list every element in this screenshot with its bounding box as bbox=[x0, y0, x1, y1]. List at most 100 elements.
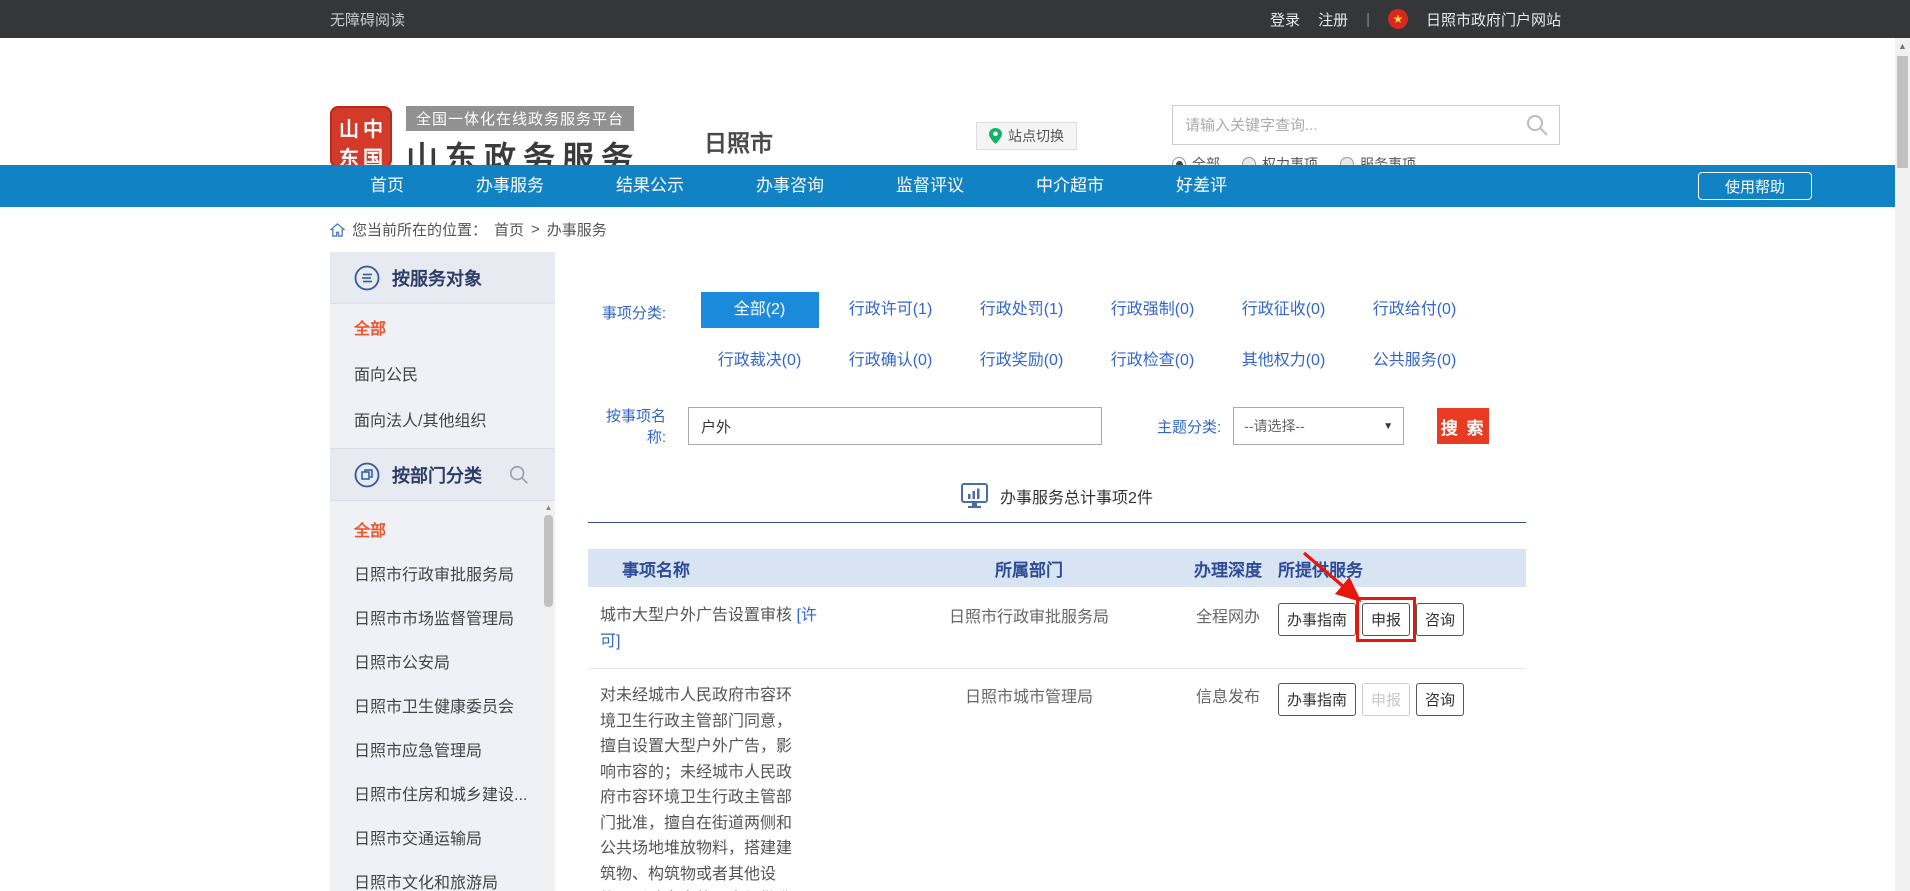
department-circle-icon bbox=[354, 462, 380, 488]
dept-item-all[interactable]: 全部 bbox=[330, 507, 555, 551]
keyword-search-input[interactable] bbox=[1173, 117, 1525, 134]
nav-item-rating[interactable]: 好差评 bbox=[1176, 165, 1227, 207]
scroll-up-icon[interactable]: ▲ bbox=[1895, 38, 1910, 51]
tab-administrative-ruling[interactable]: 行政裁决(0) bbox=[694, 343, 825, 379]
breadcrumb-home-link[interactable]: 首页 bbox=[494, 219, 524, 240]
nav-item-services[interactable]: 办事服务 bbox=[476, 165, 544, 207]
portal-link[interactable]: 日照市政府门户网站 bbox=[1426, 9, 1561, 30]
dept-item[interactable]: 日照市市场监督管理局 bbox=[330, 595, 555, 639]
guide-button[interactable]: 办事指南 bbox=[1278, 683, 1356, 716]
result-summary: 办事服务总计事项2件 bbox=[588, 483, 1526, 509]
tab-administrative-confirmation[interactable]: 行政确认(0) bbox=[825, 343, 956, 379]
breadcrumb-current-link[interactable]: 办事服务 bbox=[547, 219, 607, 240]
left-sidebar: 按服务对象 全部 面向公民 面向法人/其他组织 按部门分类 全部 日照市行 bbox=[330, 252, 555, 891]
accessibility-link[interactable]: 无障碍阅读 bbox=[330, 9, 405, 30]
department-search-icon[interactable] bbox=[508, 464, 530, 486]
item-name-link[interactable]: 城市大型户外广告设置审核 bbox=[600, 607, 792, 624]
nav-item-home[interactable]: 首页 bbox=[370, 165, 404, 207]
topic-select-value: --请选择-- bbox=[1244, 416, 1305, 436]
col-header-item-name: 事项名称 bbox=[588, 556, 880, 581]
tab-administrative-payment[interactable]: 行政给付(0) bbox=[1349, 292, 1480, 328]
breadcrumb-prefix: 您当前所在的位置： bbox=[352, 219, 487, 240]
category-tabs-row2: 行政裁决(0) 行政确认(0) 行政奖励(0) 行政检查(0) 其他权力(0) … bbox=[694, 343, 1526, 379]
table-row: 对未经城市人民政府市容环境卫生行政主管部门同意，擅自设置大型户外广告，影响市容的… bbox=[588, 669, 1526, 891]
site-switch-button[interactable]: 站点切换 bbox=[976, 122, 1077, 150]
caret-down-icon: ▼ bbox=[1383, 421, 1393, 432]
tab-public-service[interactable]: 公共服务(0) bbox=[1349, 343, 1480, 379]
list-circle-icon bbox=[354, 265, 380, 291]
item-name-label: 按事项名称: bbox=[588, 405, 666, 447]
main-panel: 事项分类: 全部(2) 行政许可(1) 行政处罚(1) 行政强制(0) 行政征收… bbox=[588, 252, 1526, 891]
dept-item[interactable]: 日照市公安局 bbox=[330, 639, 555, 683]
item-depth: 信息发布 bbox=[1178, 683, 1278, 891]
register-link[interactable]: 注册 bbox=[1318, 9, 1348, 30]
main-navbar: 首页 办事服务 结果公示 办事咨询 监督评议 中介超市 好差评 使用帮助 bbox=[0, 165, 1910, 207]
tab-administrative-levy[interactable]: 行政征收(0) bbox=[1218, 292, 1349, 328]
nav-item-results[interactable]: 结果公示 bbox=[616, 165, 684, 207]
service-target-title: 按服务对象 bbox=[392, 265, 482, 291]
sidebar-item-citizens[interactable]: 面向公民 bbox=[330, 350, 555, 396]
current-city-label: 日照市 bbox=[704, 124, 773, 158]
category-filter-label: 事项分类: bbox=[588, 302, 666, 323]
breadcrumb-separator: > bbox=[531, 221, 540, 238]
dept-item[interactable]: 日照市住房和城乡建设... bbox=[330, 771, 555, 815]
results-table-header: 事项名称 所属部门 办理深度 所提供服务 bbox=[588, 549, 1526, 587]
nav-item-consult[interactable]: 办事咨询 bbox=[756, 165, 824, 207]
consult-button[interactable]: 咨询 bbox=[1416, 683, 1464, 716]
tab-administrative-inspection[interactable]: 行政检查(0) bbox=[1087, 343, 1218, 379]
tab-other-powers[interactable]: 其他权力(0) bbox=[1218, 343, 1349, 379]
dept-item[interactable]: 日照市交通运输局 bbox=[330, 815, 555, 859]
department-title: 按部门分类 bbox=[392, 462, 482, 488]
search-filter-row: 按事项名称: 主题分类: --请选择-- ▼ 搜 索 bbox=[588, 405, 1526, 447]
dept-item[interactable]: 日照市文化和旅游局 bbox=[330, 859, 555, 891]
dept-item[interactable]: 日照市行政审批服务局 bbox=[330, 551, 555, 595]
keyword-search-box bbox=[1172, 105, 1560, 145]
help-button[interactable]: 使用帮助 bbox=[1698, 172, 1812, 200]
statistics-monitor-icon bbox=[961, 483, 988, 509]
col-header-services: 所提供服务 bbox=[1278, 556, 1526, 581]
summary-divider bbox=[588, 522, 1526, 523]
breadcrumb: 您当前所在的位置： 首页 > 办事服务 bbox=[330, 207, 1910, 252]
guide-button[interactable]: 办事指南 bbox=[1278, 603, 1356, 636]
result-summary-text: 办事服务总计事项2件 bbox=[1000, 484, 1153, 508]
topic-category-label: 主题分类: bbox=[1157, 416, 1221, 437]
department-section-header: 按部门分类 bbox=[330, 449, 555, 501]
login-link[interactable]: 登录 bbox=[1270, 9, 1300, 30]
col-header-depth: 办理深度 bbox=[1178, 556, 1278, 581]
category-tabs-row1: 全部(2) 行政许可(1) 行政处罚(1) 行政强制(0) 行政征收(0) 行政… bbox=[694, 292, 1526, 328]
scrollbar-thumb[interactable] bbox=[544, 515, 553, 607]
sidebar-item-all-targets[interactable]: 全部 bbox=[330, 304, 555, 350]
tab-administrative-coercion[interactable]: 行政强制(0) bbox=[1087, 292, 1218, 328]
dept-item[interactable]: 日照市卫生健康委员会 bbox=[330, 683, 555, 727]
item-depth: 全程网办 bbox=[1178, 603, 1278, 654]
nav-item-intermediary[interactable]: 中介超市 bbox=[1036, 165, 1104, 207]
tab-administrative-award[interactable]: 行政奖励(0) bbox=[956, 343, 1087, 379]
shandong-seal-icon: 山 中 东 国 bbox=[330, 106, 392, 168]
search-icon[interactable] bbox=[1525, 113, 1549, 137]
search-button[interactable]: 搜 索 bbox=[1437, 408, 1489, 444]
item-department: 日照市城市管理局 bbox=[880, 683, 1178, 891]
scroll-up-icon[interactable]: ▲ bbox=[543, 501, 554, 512]
location-pin-icon bbox=[989, 128, 1002, 144]
seal-char: 山 bbox=[337, 113, 361, 142]
page-scrollbar[interactable]: ▲ bbox=[1895, 38, 1910, 891]
col-header-department: 所属部门 bbox=[880, 556, 1178, 581]
department-list: 全部 日照市行政审批服务局 日照市市场监督管理局 日照市公安局 日照市卫生健康委… bbox=[330, 501, 555, 891]
apply-button[interactable]: 申报 bbox=[1362, 603, 1410, 636]
topic-select[interactable]: --请选择-- ▼ bbox=[1233, 407, 1404, 445]
top-utility-bar: 无障碍阅读 登录 注册 | ★ 日照市政府门户网站 bbox=[0, 0, 1910, 38]
item-department: 日照市行政审批服务局 bbox=[880, 603, 1178, 654]
item-name-text[interactable]: 对未经城市人民政府市容环境卫生行政主管部门同意，擅自设置大型户外广告，影响市容的… bbox=[588, 683, 838, 891]
dept-item[interactable]: 日照市应急管理局 bbox=[330, 727, 555, 771]
scrollbar-thumb[interactable] bbox=[1897, 56, 1908, 168]
sidebar-scrollbar[interactable]: ▲ bbox=[543, 501, 554, 891]
nav-item-supervision[interactable]: 监督评议 bbox=[896, 165, 964, 207]
sidebar-item-legal-persons[interactable]: 面向法人/其他组织 bbox=[330, 396, 555, 442]
item-name-input[interactable] bbox=[688, 407, 1102, 445]
tab-administrative-license[interactable]: 行政许可(1) bbox=[825, 292, 956, 328]
tab-administrative-penalty[interactable]: 行政处罚(1) bbox=[956, 292, 1087, 328]
tab-all[interactable]: 全部(2) bbox=[701, 292, 819, 328]
national-emblem-icon: ★ bbox=[1388, 9, 1408, 29]
consult-button[interactable]: 咨询 bbox=[1416, 603, 1464, 636]
service-target-section-header: 按服务对象 bbox=[330, 252, 555, 304]
